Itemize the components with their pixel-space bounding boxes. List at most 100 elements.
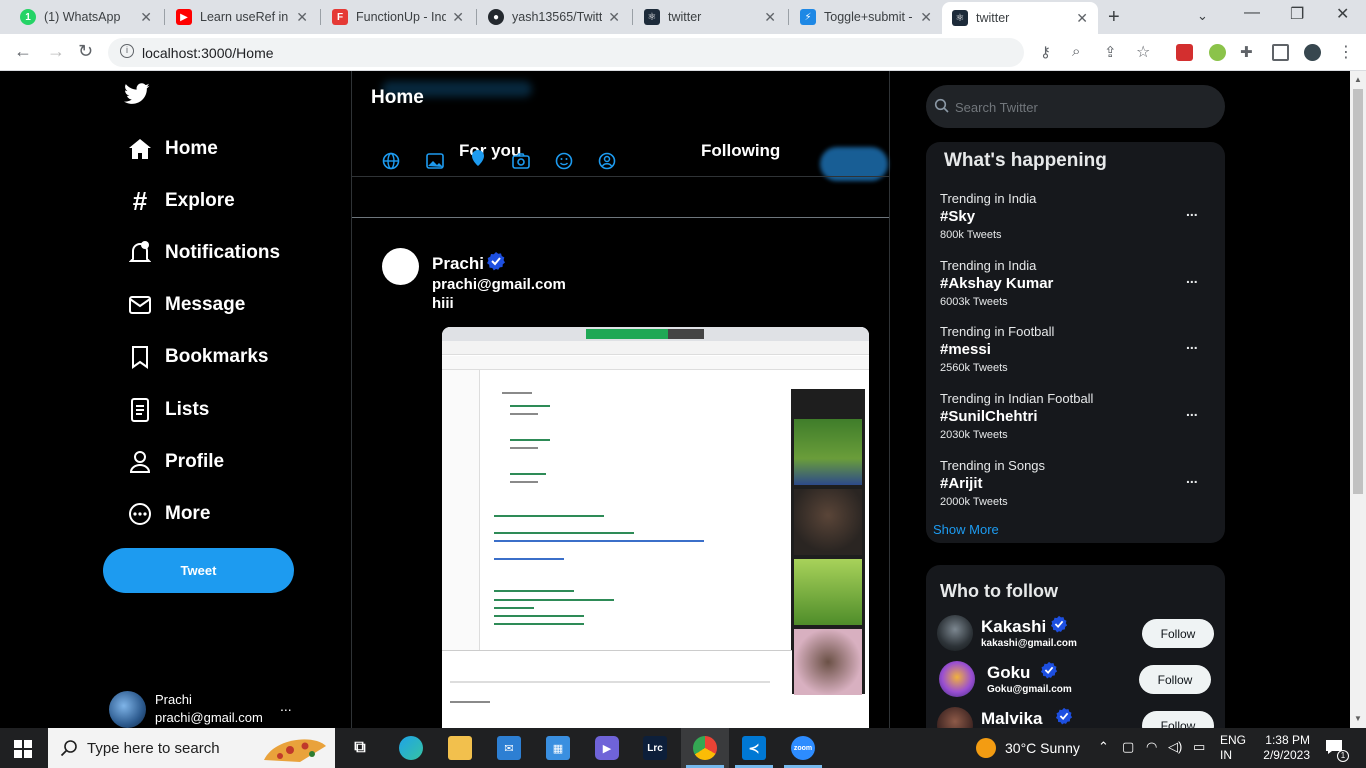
close-icon[interactable]: ✕ <box>608 9 620 26</box>
follow-button[interactable]: Follow <box>1139 665 1211 694</box>
trend-item[interactable]: Trending in Songs #Arijit 2000k Tweets .… <box>940 458 1215 518</box>
close-icon[interactable]: ✕ <box>920 9 932 26</box>
avatar[interactable] <box>382 248 419 285</box>
new-tab-button[interactable]: + <box>1108 6 1120 29</box>
browser-tab-toggle-submit[interactable]: ⚡ Toggle+submit - ✕ <box>790 0 942 34</box>
language-indicator[interactable]: ENG IN <box>1220 733 1246 763</box>
browser-tab-whatsapp[interactable]: 1 (1) WhatsApp ✕ <box>10 0 162 34</box>
avatar[interactable] <box>937 615 973 651</box>
info-icon[interactable]: i <box>120 44 134 58</box>
lightroom-icon[interactable]: Lrc <box>643 736 667 760</box>
follow-user-name[interactable]: Malvika <box>981 709 1042 728</box>
avatar[interactable] <box>109 691 146 728</box>
extension-icon[interactable] <box>1209 44 1226 61</box>
puzzle-icon[interactable]: ✚ <box>1240 43 1253 61</box>
url-field[interactable]: i localhost:3000/Home <box>108 38 1024 67</box>
trend-item[interactable]: Trending in Indian Football #SunilChehtr… <box>940 391 1215 451</box>
share-icon[interactable]: ⇪ <box>1104 43 1117 61</box>
close-icon[interactable]: ✕ <box>452 9 464 26</box>
twitter-logo-icon[interactable] <box>124 83 150 105</box>
store-icon[interactable]: ▦ <box>546 736 570 760</box>
nav-profile[interactable]: Profile <box>127 449 224 475</box>
avatar[interactable] <box>937 707 973 728</box>
trend-more-button[interactable]: ... <box>1186 470 1198 486</box>
trend-more-button[interactable]: ... <box>1186 203 1198 219</box>
windows-start-icon[interactable] <box>14 740 32 758</box>
browser-tab-functionup[interactable]: F FunctionUp - Ind ✕ <box>322 0 474 34</box>
weather-text[interactable]: 30°C Sunny <box>1005 740 1080 756</box>
page-scrollbar[interactable]: ▲ ▼ <box>1350 71 1366 728</box>
follow-user-name[interactable]: Kakashi <box>981 617 1046 637</box>
close-icon[interactable]: ✕ <box>1076 10 1088 27</box>
nav-notifications[interactable]: Notifications <box>127 240 280 266</box>
extension-icon[interactable] <box>1176 44 1193 61</box>
file-explorer-icon[interactable] <box>448 736 472 760</box>
wifi-icon[interactable]: ◠ <box>1146 739 1157 755</box>
image-icon[interactable] <box>426 152 444 170</box>
scrollbar-thumb[interactable] <box>1353 89 1363 494</box>
tab-search-icon[interactable]: ⌄ <box>1197 8 1208 24</box>
vscode-icon[interactable]: ≺ <box>742 736 766 760</box>
emoji-icon[interactable] <box>555 152 573 170</box>
close-window-button[interactable]: ✕ <box>1336 4 1349 24</box>
globe-icon[interactable] <box>382 152 400 170</box>
trend-more-button[interactable]: ... <box>1186 270 1198 286</box>
key-icon[interactable]: ⚷ <box>1040 43 1051 61</box>
nav-more[interactable]: More <box>127 501 210 527</box>
trend-item[interactable]: Trending in India #Sky 800k Tweets ... <box>940 191 1215 251</box>
trend-more-button[interactable]: ... <box>1186 403 1198 419</box>
close-icon[interactable]: ✕ <box>764 9 776 26</box>
sun-icon[interactable] <box>976 738 996 758</box>
nav-bookmarks[interactable]: Bookmarks <box>127 344 269 370</box>
close-icon[interactable]: ✕ <box>140 9 152 26</box>
restore-button[interactable]: ❐ <box>1290 4 1304 24</box>
search-input[interactable]: Search Twitter <box>926 85 1225 128</box>
avatar[interactable] <box>939 661 975 697</box>
reload-button[interactable]: ↻ <box>78 41 93 62</box>
tweet-button[interactable]: Tweet <box>103 548 294 593</box>
trend-more-button[interactable]: ... <box>1186 336 1198 352</box>
post-image[interactable] <box>442 327 869 728</box>
video-editor-icon[interactable]: ▶ <box>595 736 619 760</box>
task-view-icon[interactable]: ⧉ <box>348 736 372 760</box>
nav-home[interactable]: Home <box>127 136 218 162</box>
browser-tab-twitter-active[interactable]: ⚛ twitter ✕ <box>942 2 1098 34</box>
taskbar-search-input[interactable]: Type here to search <box>48 728 335 768</box>
profile-avatar[interactable] <box>1304 44 1321 61</box>
forward-button[interactable]: → <box>47 41 65 62</box>
minimize-button[interactable]: — <box>1244 4 1260 22</box>
browser-tab-github[interactable]: ● yash13565/Twitte ✕ <box>478 0 630 34</box>
device-icon[interactable]: ▢ <box>1122 739 1134 755</box>
account-more-button[interactable]: ... <box>280 698 292 714</box>
browser-tab-twitter[interactable]: ⚛ twitter ✕ <box>634 0 786 34</box>
camera-icon[interactable] <box>512 152 530 170</box>
bookmark-star-icon[interactable]: ☆ <box>1136 42 1150 62</box>
zoom-icon[interactable]: ⌕ <box>1072 43 1080 60</box>
browser-tab-youtube[interactable]: ▶ Learn useRef in 1 ✕ <box>166 0 318 34</box>
show-more-link[interactable]: Show More <box>933 522 999 537</box>
follow-button[interactable]: Follow <box>1142 619 1214 648</box>
edge-icon[interactable] <box>399 736 423 760</box>
chevron-up-icon[interactable]: ⌃ <box>1098 739 1109 755</box>
user-circle-icon[interactable] <box>598 152 616 170</box>
mail-app-icon[interactable]: ✉ <box>497 736 521 760</box>
battery-icon[interactable]: ▭ <box>1193 739 1205 755</box>
nav-explore[interactable]: # Explore <box>127 186 235 216</box>
follow-button[interactable]: Follow <box>1142 711 1214 728</box>
nav-lists[interactable]: Lists <box>127 397 209 423</box>
clock[interactable]: 1:38 PM 2/9/2023 <box>1262 733 1310 763</box>
menu-dots-icon[interactable]: ⋮ <box>1338 42 1354 62</box>
trend-item[interactable]: Trending in India #Akshay Kumar 6003k Tw… <box>940 258 1215 318</box>
tab-following[interactable]: Following <box>701 141 780 161</box>
nav-message[interactable]: Message <box>127 292 245 318</box>
post-author-name[interactable]: Prachi <box>432 254 484 274</box>
side-panel-icon[interactable] <box>1272 44 1289 61</box>
zoom-app-icon[interactable]: zoom <box>791 736 815 760</box>
close-icon[interactable]: ✕ <box>296 9 308 26</box>
chrome-icon[interactable] <box>693 736 717 760</box>
volume-icon[interactable]: ◁) <box>1168 739 1182 755</box>
location-icon[interactable] <box>469 149 487 167</box>
follow-user-name[interactable]: Goku <box>987 663 1030 683</box>
back-button[interactable]: ← <box>14 41 32 62</box>
trend-item[interactable]: Trending in Football #messi 2560k Tweets… <box>940 324 1215 384</box>
